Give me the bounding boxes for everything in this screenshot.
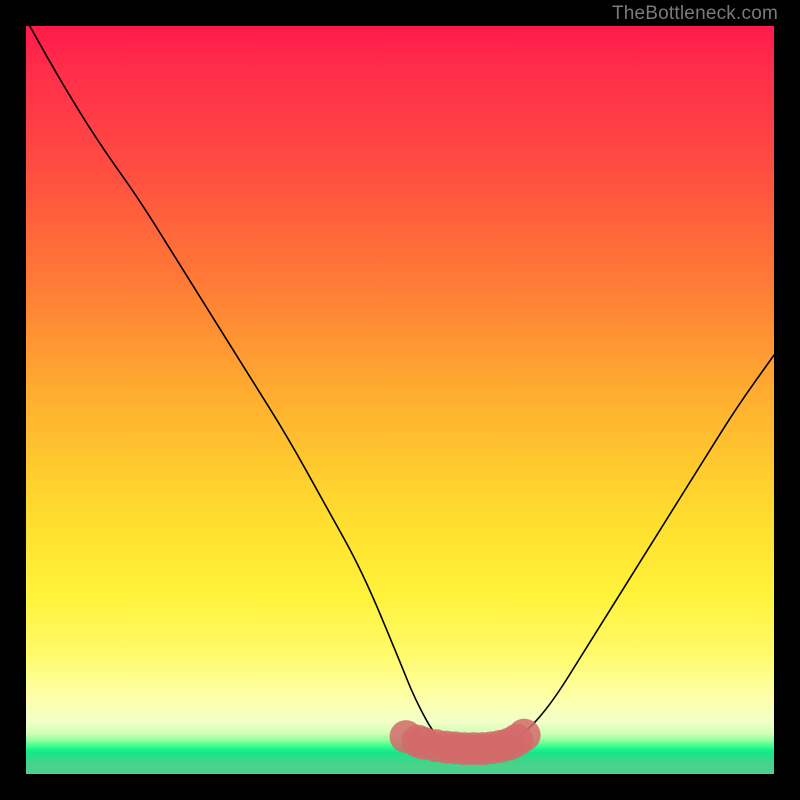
watermark-text: TheBottleneck.com — [612, 3, 778, 25]
flat-bottom-markers — [26, 26, 774, 774]
plot-area — [26, 26, 774, 774]
chart-stage: TheBottleneck.com — [0, 0, 800, 800]
